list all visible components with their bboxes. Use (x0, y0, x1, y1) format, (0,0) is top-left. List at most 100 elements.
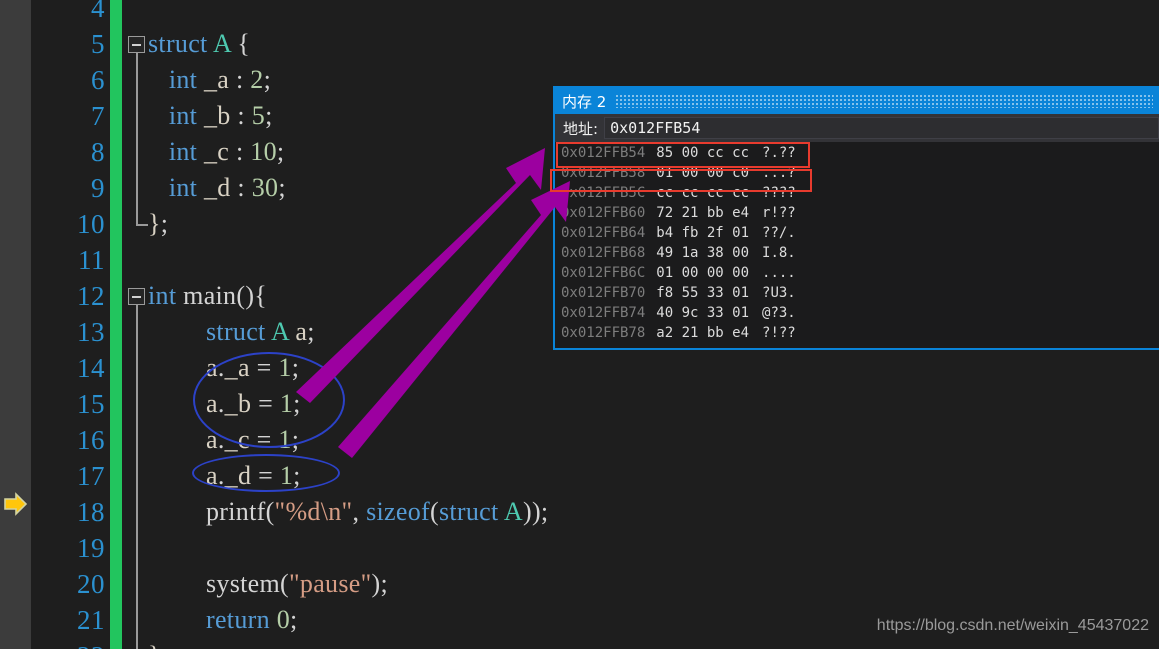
memory-row-address: 0x012FFB74 (561, 305, 646, 321)
memory-row-hex: a2 21 bb e4 (656, 325, 750, 341)
line-number: 19 (77, 533, 105, 563)
line-number: 20 (77, 569, 105, 599)
memory-row-hex: 85 00 cc cc (656, 145, 750, 161)
memory-row[interactable]: 0x012FFB70 f8 55 33 01 ?U3. (555, 283, 1159, 303)
address-input[interactable]: 0x012FFB54 (604, 117, 1159, 139)
memory-row[interactable]: 0x012FFB74 40 9c 33 01 @?3. (555, 303, 1159, 323)
line-number: 18 (77, 497, 105, 527)
code-line-22[interactable]: 22 } (0, 638, 1159, 649)
memory-row-address: 0x012FFB78 (561, 325, 646, 341)
change-indicator (110, 278, 122, 315)
line-number: 5 (91, 29, 105, 59)
code-line-20[interactable]: 20 system("pause"); (0, 566, 1159, 603)
memory-row-ascii: ???? (762, 185, 796, 201)
line-number: 12 (77, 281, 105, 311)
change-indicator (110, 638, 122, 649)
code-line-text: a._d = 1; (206, 461, 301, 490)
code-line-text: struct A { (148, 29, 251, 58)
code-line-text: } (148, 638, 161, 649)
memory-row[interactable]: 0x012FFB60 72 21 bb e4 r!?? (555, 203, 1159, 223)
change-indicator (110, 26, 122, 63)
memory-row-ascii: ?U3. (762, 285, 796, 301)
memory-row-address: 0x012FFB60 (561, 205, 646, 221)
line-number: 6 (91, 65, 105, 95)
memory-row[interactable]: 0x012FFB54 85 00 cc cc ?.?? (555, 143, 1159, 163)
memory-row-address: 0x012FFB5C (561, 185, 646, 201)
memory-row-ascii: ??/. (762, 225, 796, 241)
memory-row[interactable]: 0x012FFB64 b4 fb 2f 01 ??/. (555, 223, 1159, 243)
change-indicator (110, 242, 122, 279)
change-indicator (110, 134, 122, 171)
memory-row-hex: 49 1a 38 00 (656, 245, 750, 261)
change-indicator (110, 458, 122, 495)
memory-row-hex: f8 55 33 01 (656, 285, 750, 301)
code-line-text: printf("%d\n", sizeof(struct A)); (206, 497, 549, 526)
code-line-text: int main(){ (148, 281, 268, 310)
code-line-19[interactable]: 19 (0, 530, 1159, 567)
memory-row-hex: b4 fb 2f 01 (656, 225, 750, 241)
memory-row[interactable]: 0x012FFB78 a2 21 bb e4 ?!?? (555, 323, 1159, 343)
fold-guide-line-main (136, 305, 138, 649)
code-line-14[interactable]: 14 a._a = 1; (0, 350, 1159, 387)
code-line-4[interactable]: 4 (0, 0, 1159, 27)
memory-window[interactable]: 内存 2 地址: 0x012FFB54 0x012FFB54 85 00 cc … (553, 86, 1159, 350)
code-line-15[interactable]: 15 a._b = 1; (0, 386, 1159, 423)
code-line-18[interactable]: 18 printf("%d\n", sizeof(struct A)); (0, 494, 1159, 531)
memory-window-title: 内存 2 (562, 92, 607, 111)
line-number: 13 (77, 317, 105, 347)
code-line-text: int _b : 5; (168, 101, 273, 130)
line-number: 4 (91, 0, 105, 23)
code-line-text: system("pause"); (206, 569, 389, 598)
memory-row[interactable]: 0x012FFB5C cc cc cc cc ???? (555, 183, 1159, 203)
fold-collapse-icon[interactable] (128, 36, 145, 53)
code-line-text: int _d : 30; (168, 173, 286, 202)
code-line-17[interactable]: 17 a._d = 1; (0, 458, 1159, 495)
memory-row-address: 0x012FFB70 (561, 285, 646, 301)
memory-row-ascii: I.8. (762, 245, 796, 261)
line-number: 10 (77, 209, 105, 239)
memory-row-address: 0x012FFB6C (561, 265, 646, 281)
line-number: 16 (77, 425, 105, 455)
memory-row-hex: 01 00 00 00 (656, 265, 750, 281)
memory-row[interactable]: 0x012FFB58 01 00 00 c0 ...? (555, 163, 1159, 183)
change-indicator (110, 0, 122, 27)
memory-address-toolbar[interactable]: 地址: 0x012FFB54 (555, 114, 1159, 142)
line-number: 15 (77, 389, 105, 419)
memory-row-ascii: r!?? (762, 205, 796, 221)
memory-row-address: 0x012FFB68 (561, 245, 646, 261)
memory-row-ascii: ...? (762, 165, 796, 181)
code-line-text: int _a : 2; (168, 65, 272, 94)
memory-row[interactable]: 0x012FFB6C 01 00 00 00 .... (555, 263, 1159, 283)
code-line-text: int _c : 10; (168, 137, 285, 166)
memory-rows-container[interactable]: 0x012FFB54 85 00 cc cc ?.?? 0x012FFB58 0… (555, 142, 1159, 347)
code-line-text: a._b = 1; (206, 389, 301, 418)
line-number: 17 (77, 461, 105, 491)
code-line-text: struct A a; (206, 317, 315, 346)
memory-row[interactable]: 0x012FFB68 49 1a 38 00 I.8. (555, 243, 1159, 263)
change-indicator (110, 422, 122, 459)
line-number: 8 (91, 137, 105, 167)
memory-row-hex: 72 21 bb e4 (656, 205, 750, 221)
change-indicator (110, 62, 122, 99)
change-indicator (110, 350, 122, 387)
line-number: 7 (91, 101, 105, 131)
change-indicator (110, 314, 122, 351)
memory-window-titlebar[interactable]: 内存 2 (555, 88, 1159, 114)
memory-row-ascii: @?3. (762, 305, 796, 321)
blog-watermark: https://blog.csdn.net/weixin_45437022 (876, 617, 1149, 634)
memory-row-address: 0x012FFB58 (561, 165, 646, 181)
window-drag-grip[interactable] (616, 94, 1153, 108)
change-indicator (110, 206, 122, 243)
change-indicator (110, 170, 122, 207)
line-number: 14 (77, 353, 105, 383)
memory-row-ascii: .... (762, 265, 796, 281)
memory-row-ascii: ?.?? (762, 145, 796, 161)
memory-row-ascii: ?!?? (762, 325, 796, 341)
change-indicator (110, 566, 122, 603)
fold-collapse-icon[interactable] (128, 288, 145, 305)
code-line-5[interactable]: 5 struct A { (0, 26, 1159, 63)
code-line-16[interactable]: 16 a._c = 1; (0, 422, 1159, 459)
change-indicator (110, 530, 122, 567)
line-number: 9 (91, 173, 105, 203)
line-number: 21 (77, 605, 105, 635)
